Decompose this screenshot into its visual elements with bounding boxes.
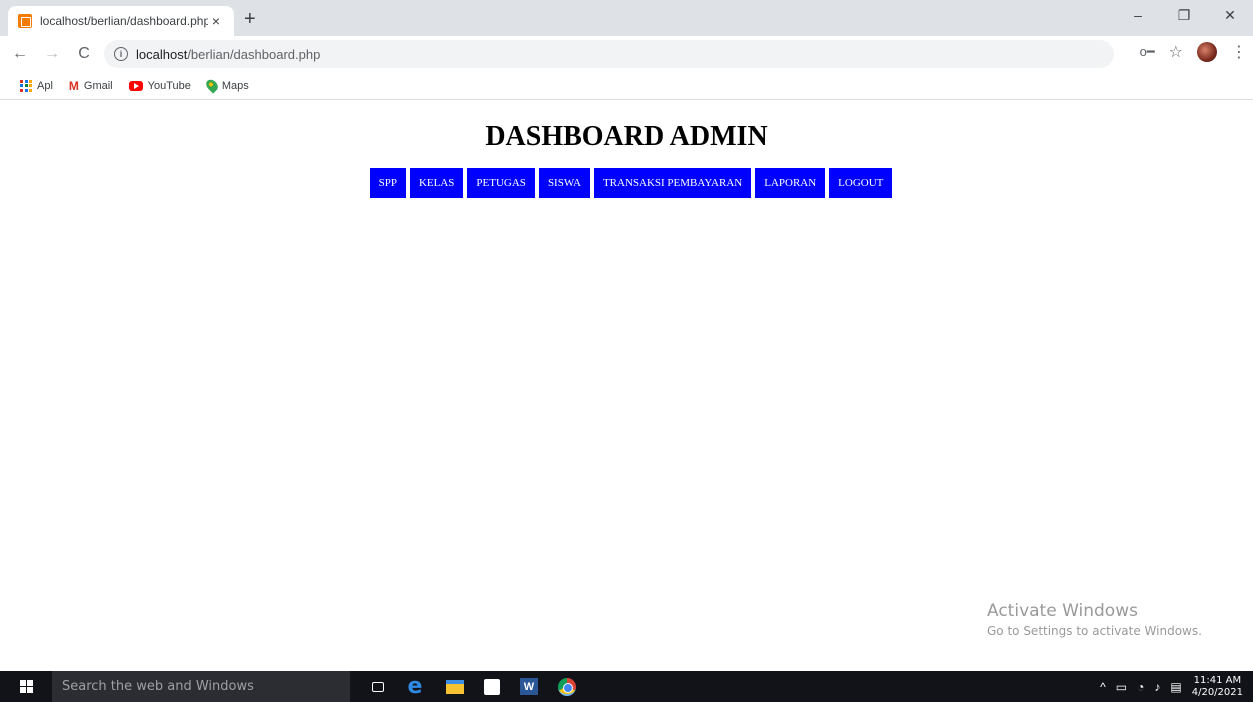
taskbar: Search the web and Windows e W ^ ▭ ◔ ♪ ▤…	[0, 671, 1253, 702]
profile-avatar[interactable]	[1197, 42, 1217, 62]
windows-logo-icon	[19, 680, 33, 693]
file-explorer-icon[interactable]	[446, 679, 464, 694]
notification-icon[interactable]: ▤	[1170, 680, 1181, 694]
site-info-icon[interactable]: i	[114, 47, 128, 61]
bookmark-star-icon[interactable]: ☆	[1169, 42, 1183, 62]
chrome-icon[interactable]	[558, 677, 576, 696]
admin-menu: SPP KELAS PETUGAS SISWA TRANSAKSI PEMBAY…	[0, 168, 1253, 198]
url-host: localhost	[136, 46, 188, 62]
menu-transaksi-pembayaran[interactable]: TRANSAKSI PEMBAYARAN	[593, 168, 752, 198]
bookmark-youtube[interactable]: YouTube	[128, 79, 191, 92]
system-tray: ^ ▭ ◔ ♪ ▤ 11:41 AM 4/20/2021	[1100, 671, 1243, 702]
tab-title: localhost/berlian/dashboard.php	[40, 14, 208, 28]
task-view-icon[interactable]	[372, 681, 384, 692]
bookmark-apps[interactable]: Apl	[20, 79, 53, 92]
bookmark-maps[interactable]: Maps	[203, 77, 249, 94]
bookmark-label: Maps	[221, 79, 249, 92]
clock[interactable]: 11:41 AM 4/20/2021	[1192, 675, 1243, 699]
chevron-up-icon[interactable]: ^	[1100, 680, 1106, 694]
start-button[interactable]	[0, 671, 52, 702]
bookmark-label: YouTube	[147, 79, 191, 92]
menu-spp[interactable]: SPP	[369, 168, 406, 198]
battery-icon[interactable]: ▭	[1116, 680, 1127, 694]
new-tab-button[interactable]: +	[244, 9, 256, 29]
activate-windows-watermark: Activate Windows Go to Settings to activ…	[987, 601, 1202, 638]
store-icon[interactable]	[484, 678, 500, 695]
minimize-button[interactable]: –	[1115, 0, 1161, 30]
browser-tab[interactable]: localhost/berlian/dashboard.php ×	[8, 6, 234, 36]
toolbar-actions: o━ ☆ ⋮	[1140, 42, 1247, 62]
reload-button[interactable]: C	[72, 42, 96, 66]
tab-strip: localhost/berlian/dashboard.php × + – ❐ …	[0, 0, 1253, 36]
volume-icon[interactable]: ♪	[1154, 680, 1160, 694]
pinned-apps: e W	[372, 674, 576, 699]
menu-petugas[interactable]: PETUGAS	[467, 168, 535, 198]
apps-icon	[20, 79, 32, 92]
menu-laporan[interactable]: LAPORAN	[755, 168, 826, 198]
address-bar[interactable]: i localhost/berlian/dashboard.php	[104, 40, 1114, 68]
word-icon[interactable]: W	[520, 678, 538, 695]
taskbar-search[interactable]: Search the web and Windows	[52, 671, 350, 702]
bookmark-label: Apl	[37, 79, 53, 92]
bookmarks-bar: Apl M Gmail YouTube Maps	[0, 72, 1253, 100]
maps-icon	[203, 77, 221, 94]
url-path: /berlian/dashboard.php	[187, 46, 321, 62]
activate-title: Activate Windows	[987, 601, 1138, 621]
restore-button[interactable]: ❐	[1161, 0, 1207, 30]
bookmark-label: Gmail	[83, 79, 113, 92]
browser-toolbar: ← → C i localhost/berlian/dashboard.php …	[0, 36, 1253, 72]
clock-date: 4/20/2021	[1191, 686, 1243, 698]
kebab-menu-icon[interactable]: ⋮	[1231, 42, 1247, 62]
youtube-icon	[128, 80, 143, 91]
menu-kelas[interactable]: KELAS	[409, 168, 464, 198]
clock-time: 11:41 AM	[1193, 674, 1242, 686]
menu-logout[interactable]: LOGOUT	[829, 168, 893, 198]
wifi-icon[interactable]: ◔	[1137, 680, 1144, 694]
activate-subtitle: Go to Settings to activate Windows.	[987, 624, 1202, 638]
xampp-favicon-icon	[18, 14, 32, 28]
gmail-icon: M	[68, 78, 79, 93]
password-key-icon[interactable]: o━	[1140, 44, 1155, 60]
back-button[interactable]: ←	[8, 42, 32, 66]
url-text[interactable]: localhost/berlian/dashboard.php	[136, 47, 320, 62]
menu-siswa[interactable]: SISWA	[538, 168, 590, 198]
bookmark-gmail[interactable]: M Gmail	[69, 79, 113, 93]
forward-button[interactable]: →	[40, 42, 64, 66]
page-title: DASHBOARD ADMIN	[485, 121, 768, 152]
close-window-button[interactable]: ✕	[1207, 0, 1253, 30]
edge-icon[interactable]: e	[404, 674, 426, 699]
window-controls: – ❐ ✕	[1115, 0, 1253, 30]
tab-close-icon[interactable]: ×	[208, 13, 224, 29]
page-content: DASHBOARD ADMIN SPP KELAS PETUGAS SISWA …	[0, 101, 1253, 671]
